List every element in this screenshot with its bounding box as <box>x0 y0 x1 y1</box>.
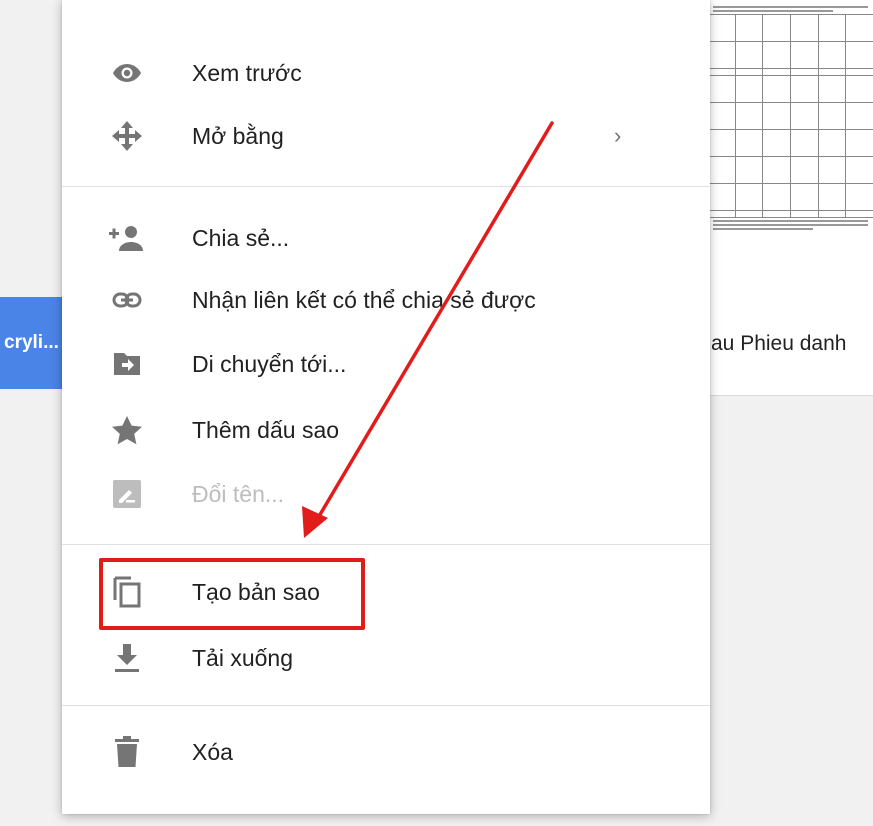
context-menu: Xem trước Mở bằng › Chia sẻ... Nhận liên… <box>62 0 710 814</box>
folder-move-icon <box>107 344 147 384</box>
file-title: au Phieu danh <box>711 332 847 355</box>
chevron-right-icon: › <box>614 123 622 148</box>
menu-item-label: Xem trước <box>192 59 302 86</box>
file-chip[interactable]: cryli... <box>0 297 64 389</box>
menu-item-open-with[interactable]: Mở bằng › <box>62 105 710 167</box>
menu-item-add-star[interactable]: Thêm dấu sao <box>62 399 710 461</box>
menu-item-label: Tải xuống <box>192 644 294 671</box>
menu-divider <box>62 186 710 187</box>
menu-item-get-link[interactable]: Nhận liên kết có thể chia sẻ được <box>62 269 710 331</box>
eye-icon <box>107 53 147 93</box>
menu-item-move-to[interactable]: Di chuyển tới... <box>62 333 710 395</box>
trash-icon <box>107 732 147 772</box>
download-icon <box>107 638 147 678</box>
file-thumbnail-card[interactable]: au Phieu danh <box>700 0 873 396</box>
open-with-icon <box>107 116 147 156</box>
menu-divider <box>62 544 710 545</box>
menu-item-rename[interactable]: Đổi tên... <box>62 463 710 525</box>
menu-item-label: Di chuyển tới... <box>192 350 347 377</box>
menu-divider <box>62 705 710 706</box>
document-preview <box>707 4 873 299</box>
menu-item-label: Xóa <box>192 738 233 765</box>
menu-item-label: Nhận liên kết có thể chia sẻ được <box>192 286 536 313</box>
link-icon <box>107 280 147 320</box>
rename-icon <box>107 474 147 514</box>
menu-item-remove[interactable]: Xóa <box>62 721 710 783</box>
menu-item-label: Thêm dấu sao <box>192 416 340 443</box>
menu-item-download[interactable]: Tải xuống <box>62 627 710 689</box>
menu-item-label: Mở bằng <box>192 122 284 149</box>
person-add-icon <box>107 218 147 258</box>
menu-item-label: Chia sẻ... <box>192 224 290 251</box>
star-icon <box>107 410 147 450</box>
file-chip-label: cryli... <box>4 332 59 353</box>
menu-item-share[interactable]: Chia sẻ... <box>62 207 710 269</box>
highlight-box <box>99 558 365 630</box>
menu-item-label: Đổi tên... <box>192 480 285 507</box>
menu-item-preview[interactable]: Xem trước <box>62 42 710 104</box>
